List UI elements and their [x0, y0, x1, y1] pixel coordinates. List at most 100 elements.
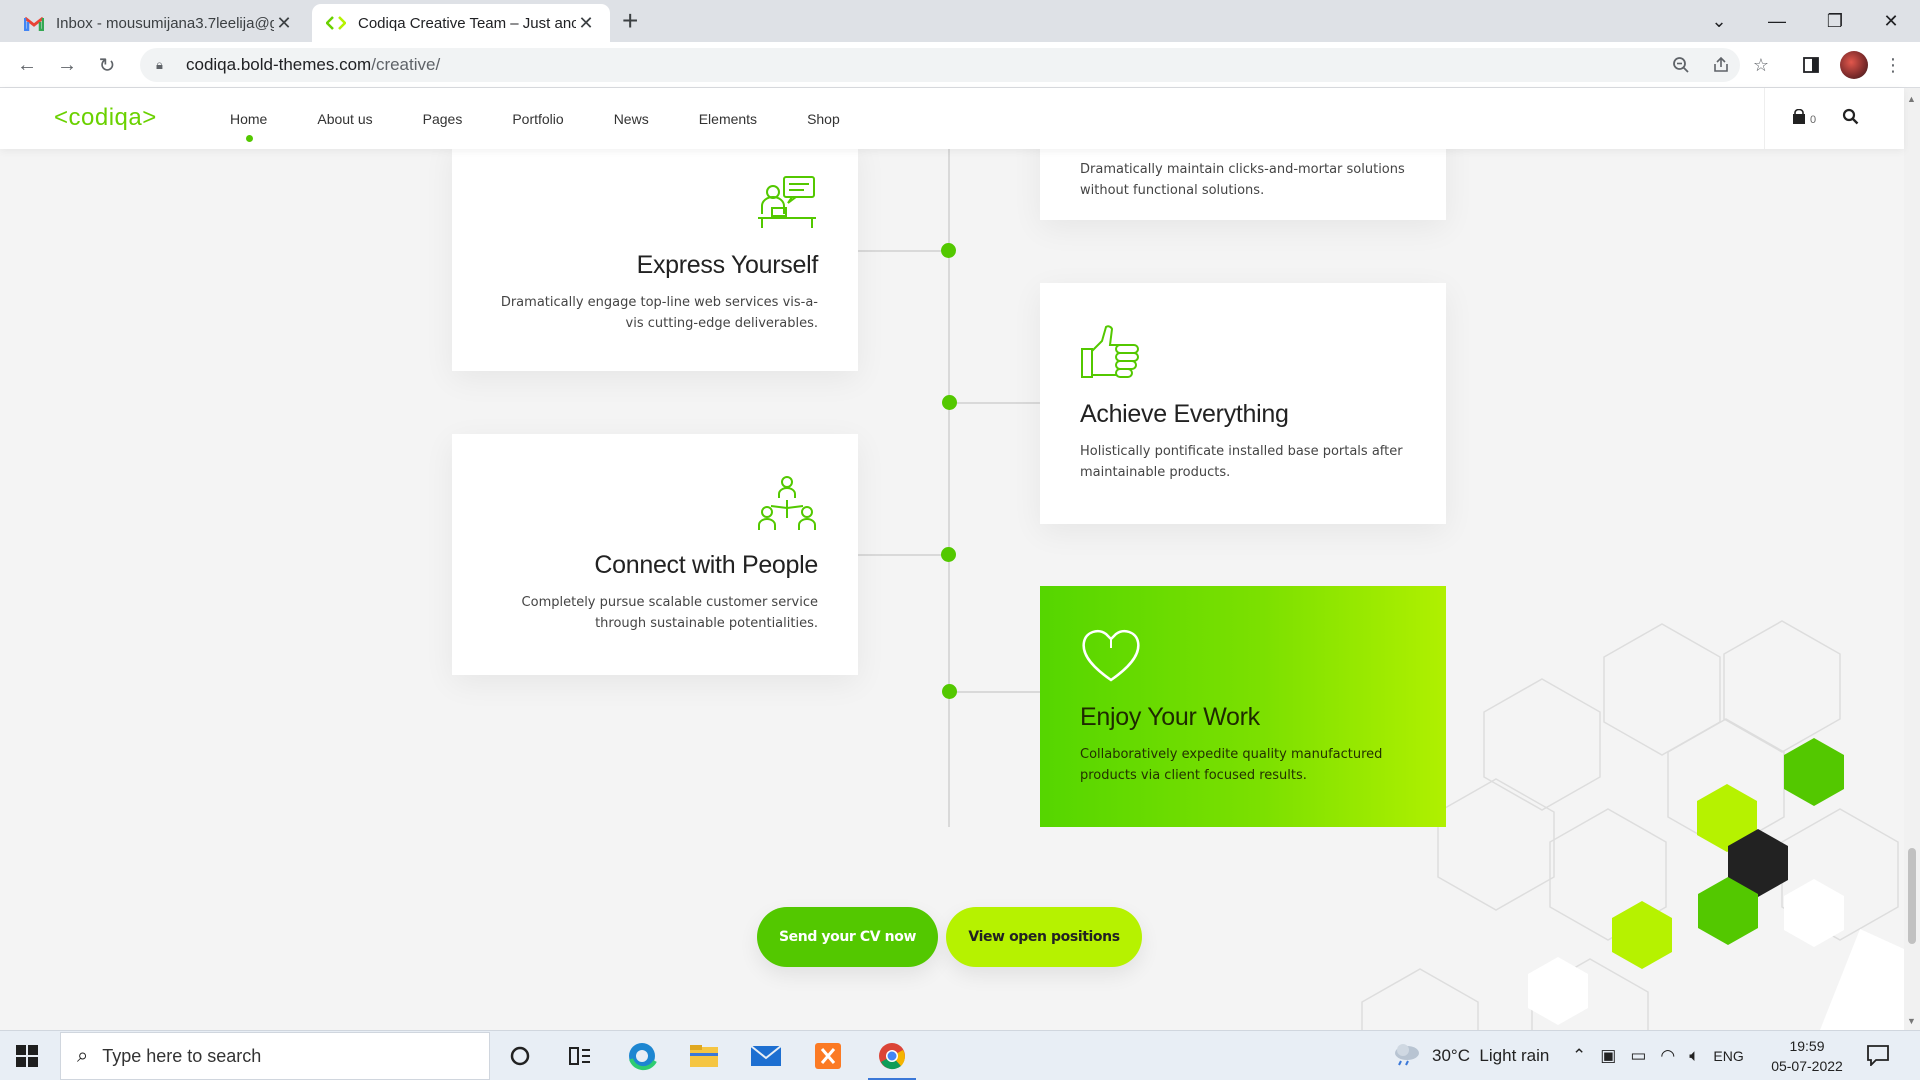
cart-button[interactable]: 0	[1791, 108, 1817, 128]
codiqa-icon	[326, 13, 346, 33]
system-tray: ⌃ ▣ ▭ ◠ 🔈︎ ENG	[1572, 1031, 1744, 1080]
weather-text: 30°C Light rain	[1432, 1046, 1550, 1065]
url-domain: codiqa.bold-themes.com	[186, 55, 372, 74]
tab-title: Inbox - mousumijana3.7leelija@g	[56, 14, 274, 32]
bookmark-star-icon[interactable]: ☆	[1748, 52, 1774, 78]
timeline-dot	[942, 395, 957, 410]
site-logo[interactable]: <codiqa>	[54, 104, 157, 132]
card-text: Dramatically engage top-line web service…	[500, 295, 818, 331]
card-text: Dramatically maintain clicks-and-mortar …	[1080, 162, 1405, 198]
tab-title: Codiqa Creative Team – Just anot	[358, 14, 576, 32]
site-header: <codiqa> Home About us Pages Portfolio N…	[0, 88, 1904, 149]
close-icon[interactable]: ✕	[274, 13, 294, 34]
close-window-button[interactable]: ✕	[1862, 0, 1920, 42]
card-title: Achieve Everything	[1080, 400, 1289, 428]
scrollbar-thumb[interactable]	[1908, 848, 1916, 944]
timeline-card-express-yourself: Express Yourself Dramatically engage top…	[452, 149, 858, 371]
menu-item-shop[interactable]: Shop	[807, 111, 840, 127]
url-path: /creative/	[371, 55, 441, 74]
profile-avatar[interactable]	[1840, 51, 1868, 79]
new-tab-button[interactable]: +	[622, 6, 638, 36]
thumbs-up-icon	[1081, 325, 1139, 378]
search-icon[interactable]	[1842, 108, 1859, 130]
zoom-icon[interactable]	[1668, 52, 1694, 78]
task-view-icon[interactable]	[560, 1039, 600, 1073]
scroll-up-arrow-icon[interactable]: ▲	[1907, 94, 1916, 104]
taskbar-clock[interactable]: 19:59 05-07-2022	[1762, 1036, 1852, 1076]
menu-item-portfolio[interactable]: Portfolio	[512, 111, 563, 127]
taskbar-search[interactable]: ⌕ Type here to search	[60, 1032, 490, 1080]
wifi-icon[interactable]: ◠	[1660, 1046, 1675, 1066]
timeline-card: Dramatically maintain clicks-and-mortar …	[1040, 149, 1446, 220]
people-network-icon	[758, 476, 816, 530]
person-at-desk-chat-icon	[758, 176, 816, 228]
shopping-bag-icon	[1793, 108, 1805, 124]
timeline-card-enjoy-your-work: Enjoy Your Work Collaboratively expedite…	[1040, 586, 1446, 827]
timeline-dot	[941, 243, 956, 258]
card-text: Completely pursue scalable customer serv…	[521, 595, 818, 631]
gmail-icon	[24, 13, 44, 33]
lock-icon: 🔒︎	[156, 57, 163, 72]
clock-date: 05-07-2022	[1771, 1058, 1843, 1074]
timeline-dot	[941, 547, 956, 562]
back-arrow-icon[interactable]: ←	[12, 50, 42, 80]
windows-taskbar: ⌕ Type here to search 30°C Light rain ⌃ …	[0, 1030, 1920, 1080]
timeline-dot	[942, 684, 957, 699]
cortana-icon[interactable]	[500, 1039, 540, 1073]
timeline-connector	[949, 402, 1040, 404]
menu-item-elements[interactable]: Elements	[699, 111, 757, 127]
edge-browser-icon[interactable]	[622, 1039, 662, 1073]
card-text: Holistically pontificate installed base …	[1080, 444, 1403, 480]
share-icon[interactable]	[1708, 52, 1734, 78]
file-explorer-icon[interactable]	[684, 1039, 724, 1073]
weather-widget[interactable]: 30°C Light rain	[1392, 1031, 1549, 1080]
tab-codiqa[interactable]: Codiqa Creative Team – Just anot ✕	[312, 4, 610, 42]
restore-button[interactable]: ❐	[1806, 0, 1864, 42]
timeline-connector	[949, 691, 1040, 693]
chrome-icon[interactable]	[868, 1039, 916, 1080]
card-title: Connect with People	[594, 551, 818, 579]
notification-icon[interactable]	[1866, 1044, 1890, 1068]
mail-icon[interactable]	[746, 1039, 786, 1073]
close-icon[interactable]: ✕	[576, 13, 596, 34]
cart-count: 0	[1810, 114, 1817, 126]
page-scrollbar[interactable]: ▲ ▼	[1904, 88, 1920, 1030]
menu-item-pages[interactable]: Pages	[423, 111, 463, 127]
scroll-down-arrow-icon[interactable]: ▼	[1907, 1016, 1916, 1026]
tab-search-chevron-icon[interactable]: ⌄	[1690, 0, 1748, 42]
menu-item-home[interactable]: Home	[230, 111, 267, 142]
forward-arrow-icon[interactable]: →	[52, 50, 82, 80]
browser-toolbar: ← → ↻ 🔒︎ codiqa.bold-themes.com/creative…	[0, 42, 1920, 88]
volume-icon[interactable]: 🔈︎	[1689, 1046, 1699, 1066]
send-cv-button[interactable]: Send your CV now	[757, 907, 938, 967]
reload-icon[interactable]: ↻	[92, 50, 122, 80]
browser-tab-bar: Inbox - mousumijana3.7leelija@g ✕ Codiqa…	[0, 0, 1920, 42]
side-panel-icon[interactable]	[1798, 52, 1824, 78]
language-indicator[interactable]: ENG	[1713, 1048, 1743, 1064]
battery-icon[interactable]: ▭	[1630, 1046, 1646, 1066]
minimize-button[interactable]: —	[1748, 0, 1806, 42]
taskbar-search-placeholder: Type here to search	[102, 1045, 262, 1066]
main-menu: Home About us Pages Portfolio News Eleme…	[230, 88, 890, 149]
cloud-rain-icon	[1392, 1042, 1422, 1071]
card-title: Enjoy Your Work	[1080, 703, 1260, 731]
timeline-connector	[858, 554, 950, 556]
timeline-card-connect-with-people: Connect with People Completely pursue sc…	[452, 434, 858, 675]
card-title: Express Yourself	[636, 251, 819, 279]
view-positions-button[interactable]: View open positions	[946, 907, 1142, 967]
card-text: Collaboratively expedite quality manufac…	[1080, 747, 1383, 783]
tab-gmail-inbox[interactable]: Inbox - mousumijana3.7leelija@g ✕	[10, 4, 308, 42]
timeline-connector	[858, 250, 950, 252]
timeline-card-achieve-everything: Achieve Everything Holistically pontific…	[1040, 283, 1446, 524]
more-menu-icon[interactable]: ⋮	[1880, 52, 1906, 78]
windows-start-icon[interactable]	[16, 1045, 38, 1067]
menu-item-about[interactable]: About us	[317, 111, 372, 127]
chevron-up-icon[interactable]: ⌃	[1572, 1046, 1586, 1066]
search-icon: ⌕	[77, 1044, 89, 1067]
xampp-icon[interactable]	[808, 1039, 848, 1073]
address-bar[interactable]: 🔒︎ codiqa.bold-themes.com/creative/	[140, 48, 1740, 82]
heart-icon	[1082, 630, 1140, 682]
menu-item-news[interactable]: News	[614, 111, 649, 127]
network-device-icon[interactable]: ▣	[1600, 1046, 1616, 1066]
page-content: Dramatically maintain clicks-and-mortar …	[0, 149, 1904, 1030]
